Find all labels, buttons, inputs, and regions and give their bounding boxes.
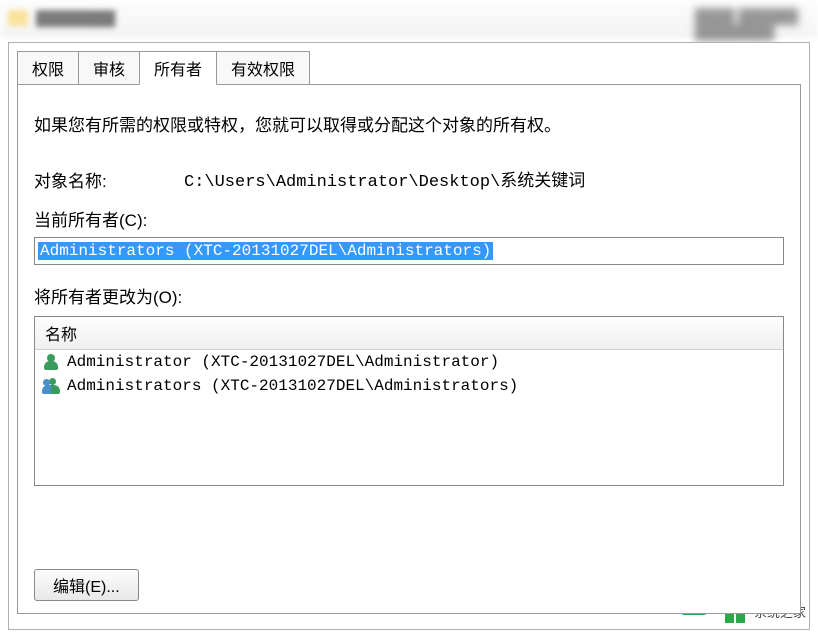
- list-header-name[interactable]: 名称: [35, 317, 783, 350]
- blurred-right-area: ████ ██████ ████████: [695, 8, 798, 40]
- edit-button[interactable]: 编辑(E)...: [34, 569, 139, 601]
- owner-entry-name: Administrators (XTC-20131027DEL\Administ…: [67, 377, 518, 395]
- group-icon: [41, 376, 61, 396]
- current-owner-box[interactable]: Administrators (XTC-20131027DEL\Administ…: [34, 237, 784, 265]
- blurred-title: ████████: [36, 10, 115, 26]
- owner-entry-name: Administrator (XTC-20131027DEL\Administr…: [67, 353, 499, 371]
- tab-audit[interactable]: 审核: [78, 51, 140, 85]
- change-owner-label: 将所有者更改为(O):: [34, 283, 784, 308]
- object-name-value: C:\Users\Administrator\Desktop\系统关键词: [184, 166, 585, 192]
- tabs: 权限 审核 所有者 有效权限: [17, 51, 809, 85]
- folder-icon: [8, 10, 28, 26]
- current-owner-label: 当前所有者(C):: [34, 206, 784, 231]
- description-text: 如果您有所需的权限或特权，您就可以取得或分配这个对象的所有权。: [34, 111, 784, 136]
- current-owner-value: Administrators (XTC-20131027DEL\Administ…: [38, 242, 493, 260]
- tab-owner[interactable]: 所有者: [139, 51, 217, 85]
- owner-list-box: 名称 Administrator (XTC-20131027DEL\Admini…: [34, 316, 784, 486]
- object-name-label: 对象名称:: [34, 167, 184, 192]
- list-item[interactable]: Administrator (XTC-20131027DEL\Administr…: [35, 350, 783, 374]
- tab-content: 如果您有所需的权限或特权，您就可以取得或分配这个对象的所有权。 对象名称: C:…: [17, 84, 801, 614]
- tab-effective-permissions[interactable]: 有效权限: [216, 51, 310, 85]
- tab-permissions[interactable]: 权限: [17, 51, 79, 85]
- user-icon: [41, 352, 61, 372]
- list-item[interactable]: Administrators (XTC-20131027DEL\Administ…: [35, 374, 783, 398]
- object-name-row: 对象名称: C:\Users\Administrator\Desktop\系统关…: [34, 166, 784, 192]
- dialog-container: 权限 审核 所有者 有效权限 如果您有所需的权限或特权，您就可以取得或分配这个对…: [8, 42, 810, 630]
